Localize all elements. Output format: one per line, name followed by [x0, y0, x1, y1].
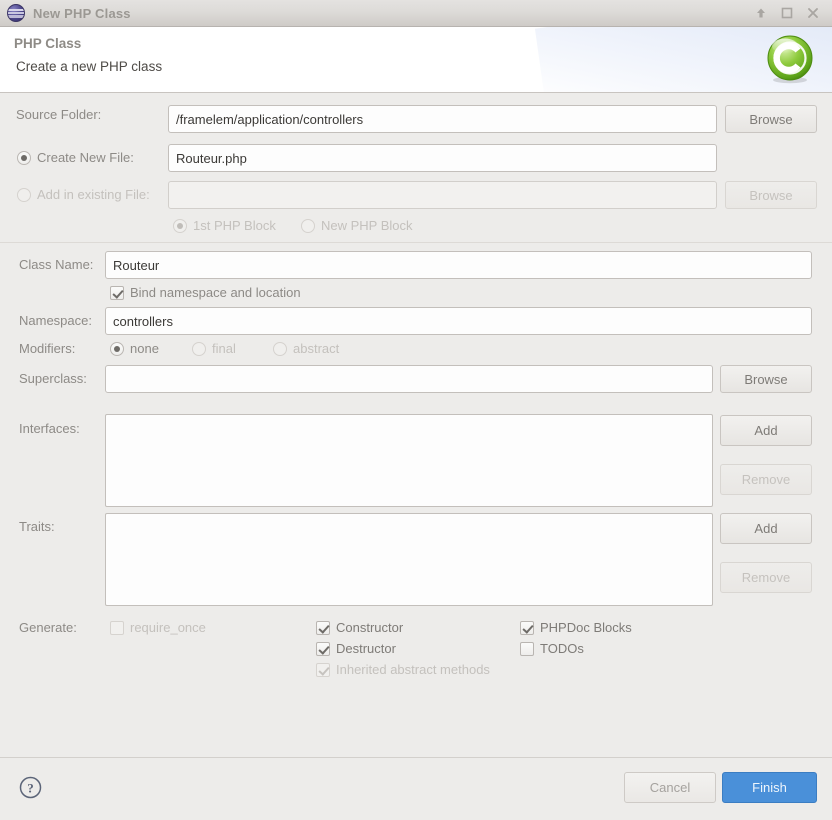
superclass-input[interactable] [105, 365, 713, 393]
traits-list[interactable] [105, 513, 713, 606]
generate-constructor-row[interactable]: Constructor [316, 620, 403, 635]
interfaces-label-wrap: Interfaces: [19, 421, 80, 436]
window-controls [754, 6, 832, 20]
create-new-file-label: Create New File: [37, 150, 134, 165]
generate-todos-row[interactable]: TODOs [520, 641, 584, 656]
source-folder-input[interactable]: /framelem/application/controllers [168, 105, 717, 133]
interfaces-list[interactable] [105, 414, 713, 507]
require-once-label: require_once [130, 620, 206, 635]
green-c-badge-icon [764, 33, 816, 85]
destructor-label: Destructor [336, 641, 396, 656]
new-php-block-radio-row[interactable]: New PHP Block [301, 218, 413, 233]
new-php-block-label: New PHP Block [321, 218, 413, 233]
destructor-checkbox[interactable] [316, 641, 330, 656]
modifier-abstract-radio-row[interactable]: abstract [273, 341, 339, 356]
create-new-file-radio[interactable] [17, 150, 31, 165]
first-php-block-radio[interactable] [173, 218, 187, 233]
arrow-up-icon[interactable] [754, 6, 768, 20]
modifier-none-radio-row[interactable]: none [110, 341, 159, 356]
inherited-abstract-methods-checkbox[interactable] [316, 662, 330, 677]
interfaces-remove-button[interactable]: Remove [720, 464, 812, 495]
source-folder-label: Source Folder: [16, 107, 102, 122]
close-x-icon[interactable] [806, 6, 820, 20]
traits-label: Traits: [19, 519, 55, 534]
bind-namespace-checkbox[interactable] [110, 285, 124, 300]
generate-label: Generate: [19, 620, 77, 635]
create-new-file-input[interactable]: Routeur.php [168, 144, 717, 172]
class-name-label-wrap: Class Name: [19, 257, 93, 272]
modifier-abstract-radio[interactable] [273, 341, 287, 356]
bind-namespace-label: Bind namespace and location [130, 285, 301, 300]
finish-button[interactable]: Finish [722, 772, 817, 803]
add-existing-file-label: Add in existing File: [37, 187, 150, 202]
superclass-browse-button[interactable]: Browse [720, 365, 812, 393]
modifier-abstract-label: abstract [293, 341, 340, 356]
generate-destructor-row[interactable]: Destructor [316, 641, 396, 656]
php-class-icon [7, 4, 25, 22]
modifiers-label: Modifiers: [19, 341, 76, 356]
generate-label-wrap: Generate: [19, 620, 77, 635]
question-mark-icon[interactable]: ? [19, 776, 42, 799]
dialog-body: Source Folder: /framelem/application/con… [0, 93, 832, 757]
section-divider [0, 242, 832, 243]
constructor-checkbox[interactable] [316, 620, 330, 635]
source-folder-label-wrap: Source Folder: [16, 107, 101, 122]
interfaces-add-button[interactable]: Add [720, 415, 812, 446]
modifier-none-label: none [130, 341, 159, 356]
cancel-button[interactable]: Cancel [624, 772, 716, 803]
modifier-final-label: final [212, 341, 236, 356]
traits-label-wrap: Traits: [19, 519, 55, 534]
source-folder-browse-button[interactable]: Browse [725, 105, 817, 133]
modifiers-label-wrap: Modifiers: [19, 341, 75, 356]
class-name-label: Class Name: [19, 257, 94, 272]
namespace-label-wrap: Namespace: [19, 313, 92, 328]
page-title: PHP Class [14, 36, 82, 51]
namespace-value: controllers [113, 313, 173, 329]
phpdoc-blocks-label: PHPDoc Blocks [540, 620, 632, 635]
generate-phpdoc-row[interactable]: PHPDoc Blocks [520, 620, 632, 635]
generate-require-once-row[interactable]: require_once [110, 620, 206, 635]
first-php-block-radio-row[interactable]: 1st PHP Block [173, 218, 276, 233]
inherited-abstract-methods-label: Inherited abstract methods [336, 662, 490, 677]
constructor-label: Constructor [336, 620, 404, 635]
new-php-block-radio[interactable] [301, 218, 315, 233]
window-title: New PHP Class [33, 5, 131, 21]
generate-inherited-abstract-row[interactable]: Inherited abstract methods [316, 662, 490, 677]
phpdoc-blocks-checkbox[interactable] [520, 620, 534, 635]
traits-add-button[interactable]: Add [720, 513, 812, 544]
add-existing-file-radio-row[interactable]: Add in existing File: [17, 187, 150, 202]
add-existing-file-input[interactable] [168, 181, 717, 209]
title-bar: New PHP Class [0, 0, 832, 27]
modifier-none-radio[interactable] [110, 341, 124, 356]
todos-checkbox[interactable] [520, 641, 534, 656]
new-php-class-dialog: New PHP Class PHP Class Create a new PHP… [0, 0, 832, 820]
modifier-final-radio[interactable] [192, 341, 206, 356]
create-new-file-radio-row[interactable]: Create New File: [17, 150, 134, 165]
interfaces-label: Interfaces: [19, 421, 80, 436]
add-existing-file-browse-button[interactable]: Browse [725, 181, 817, 209]
traits-remove-button[interactable]: Remove [720, 562, 812, 593]
bind-namespace-checkbox-row[interactable]: Bind namespace and location [110, 285, 301, 300]
superclass-label: Superclass: [19, 371, 87, 386]
todos-label: TODOs [540, 641, 584, 656]
modifier-final-radio-row[interactable]: final [192, 341, 236, 356]
class-name-value: Routeur [113, 257, 160, 273]
first-php-block-label: 1st PHP Block [193, 218, 276, 233]
square-icon[interactable] [780, 6, 794, 20]
create-new-file-value: Routeur.php [176, 150, 247, 166]
require-once-checkbox[interactable] [110, 620, 124, 635]
namespace-label: Namespace: [19, 313, 92, 328]
add-existing-file-radio[interactable] [17, 187, 31, 202]
class-name-input[interactable]: Routeur [105, 251, 812, 279]
svg-text:?: ? [27, 780, 34, 795]
dialog-header: PHP Class Create a new PHP class [0, 27, 832, 93]
superclass-label-wrap: Superclass: [19, 371, 87, 386]
source-folder-value: /framelem/application/controllers [176, 111, 364, 127]
page-subtitle: Create a new PHP class [16, 59, 163, 74]
namespace-input[interactable]: controllers [105, 307, 812, 335]
